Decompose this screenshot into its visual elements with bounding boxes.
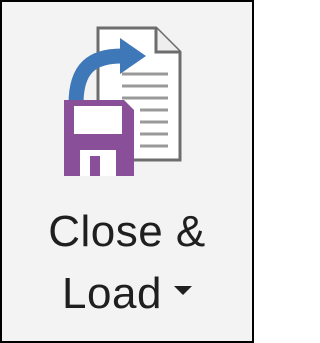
button-label-text: Load <box>62 269 162 318</box>
dropdown-caret-icon[interactable] <box>173 285 192 295</box>
close-and-load-button[interactable]: Close & Load <box>2 2 252 341</box>
button-label-line1: Close & <box>48 207 206 256</box>
close-and-load-icon <box>64 26 182 176</box>
floppy-disk-icon <box>64 100 134 176</box>
ribbon-frame: Close & Load <box>0 0 254 343</box>
button-label-line2: Load <box>2 269 252 319</box>
